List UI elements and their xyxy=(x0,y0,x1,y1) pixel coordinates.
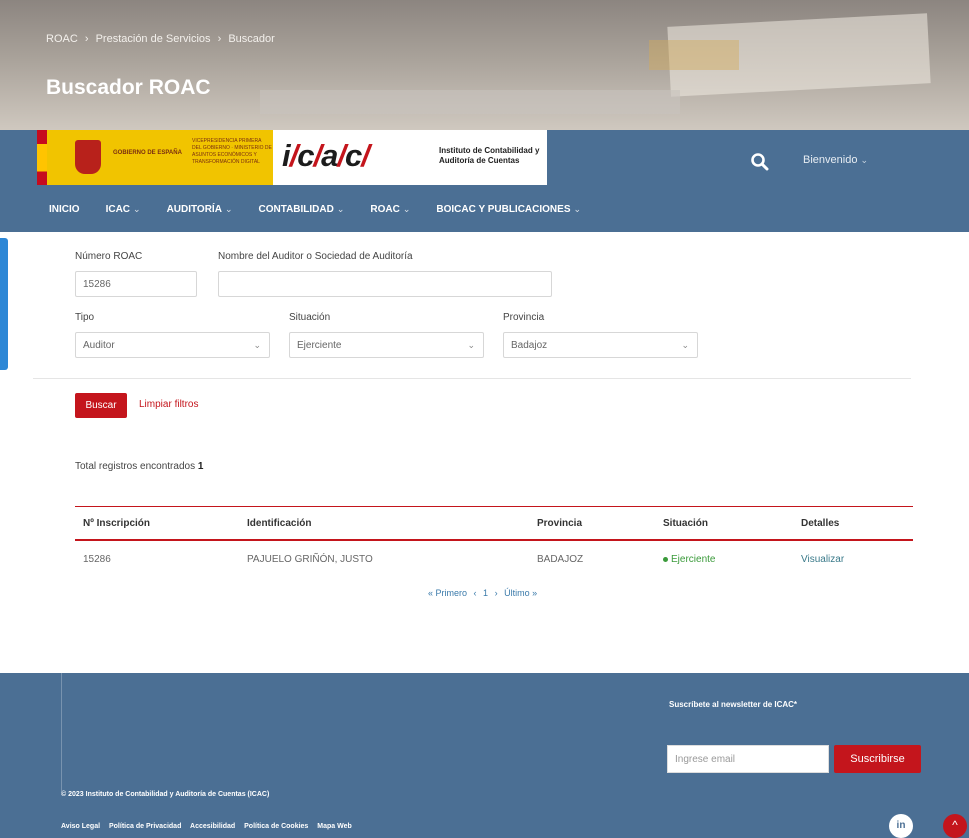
chevron-down-icon: ⌄ xyxy=(133,204,141,214)
government-logo: GOBIERNO DE ESPAÑA VICEPRESIDENCIA PRIME… xyxy=(47,130,273,185)
search-icon[interactable] xyxy=(750,152,770,172)
main-nav: INICIO ICAC ⌄ AUDITORÍA ⌄ CONTABILIDAD ⌄ RO… xyxy=(49,204,607,215)
chevron-down-icon: ⌄ xyxy=(253,340,261,350)
site-footer: Suscríbete al newsletter de ICAC* Ingres… xyxy=(0,673,969,838)
subscribe-button[interactable]: Suscribirse xyxy=(834,745,921,773)
pager-last[interactable]: Último » xyxy=(504,588,537,598)
welcome-menu[interactable]: Bienvenido ⌄ xyxy=(803,154,868,166)
chevron-down-icon: ⌄ xyxy=(336,204,345,214)
scroll-to-top-icon[interactable]: ^ xyxy=(943,814,967,838)
copyright-text: © 2023 Instituto de Contabilidad y Audit… xyxy=(61,791,270,798)
chevron-down-icon: ⌄ xyxy=(467,340,475,350)
nav-item-auditoria[interactable]: AUDITORÍA ⌄ xyxy=(167,204,233,215)
numero-roac-input[interactable]: 15286 xyxy=(75,271,197,297)
chevron-down-icon: ⌄ xyxy=(224,204,233,214)
numero-roac-label: Número ROAC xyxy=(75,251,143,262)
tipo-select[interactable]: Auditor ⌄ xyxy=(75,332,270,358)
chevron-down-icon: ⌄ xyxy=(681,340,689,350)
newsletter-label: Suscríbete al newsletter de ICAC* xyxy=(669,700,798,709)
tipo-label: Tipo xyxy=(75,312,95,323)
nav-item-icac[interactable]: ICAC ⌄ xyxy=(106,204,141,215)
breadcrumb-current: Buscador xyxy=(228,33,275,45)
table-cell-identificacion: PAJUELO GRIÑÓN, JUSTO xyxy=(247,554,373,565)
pager-page-1[interactable]: 1 xyxy=(483,588,488,598)
provincia-select[interactable]: Badajoz ⌄ xyxy=(503,332,698,358)
icac-logo-subtitle: Instituto de Contabilidad y Auditoría de… xyxy=(439,146,540,165)
linkedin-icon[interactable]: in xyxy=(889,814,913,838)
breadcrumb-separator: › xyxy=(84,33,89,45)
ministry-text: VICEPRESIDENCIA PRIMERA DEL GOBIERNO · M… xyxy=(192,138,272,165)
page-title: Buscador ROAC xyxy=(46,76,211,99)
spain-flag-icon xyxy=(37,130,47,185)
breadcrumb-link-servicios[interactable]: Prestación de Servicios xyxy=(96,33,211,45)
logo-block[interactable]: GOBIERNO DE ESPAÑA VICEPRESIDENCIA PRIME… xyxy=(37,130,547,185)
status-badge: Ejerciente xyxy=(663,554,715,565)
nav-item-boicac[interactable]: BOICAC Y PUBLICACIONES ⌄ xyxy=(436,204,581,215)
footer-links: Aviso Legal Política de Privacidad Acces… xyxy=(61,823,359,830)
footer-link-privacidad[interactable]: Política de Privacidad xyxy=(109,823,181,830)
coat-of-arms-icon xyxy=(75,140,101,174)
footer-link-mapa-web[interactable]: Mapa Web xyxy=(317,823,352,830)
buscar-button[interactable]: Buscar xyxy=(75,393,127,418)
breadcrumb-link-roac[interactable]: ROAC xyxy=(46,33,78,45)
side-feedback-tab[interactable] xyxy=(0,238,8,370)
total-records: Total registros encontrados 1 xyxy=(75,461,204,472)
form-divider xyxy=(33,378,911,379)
hero-decoration xyxy=(649,40,739,70)
nombre-label: Nombre del Auditor o Sociedad de Auditor… xyxy=(218,251,413,262)
icac-logo: i/c/a/c/ xyxy=(282,138,370,173)
nav-item-contabilidad[interactable]: CONTABILIDAD ⌄ xyxy=(258,204,344,215)
limpiar-filtros-link[interactable]: Limpiar filtros xyxy=(139,399,198,410)
hero-banner: ROAC › Prestación de Servicios › Buscado… xyxy=(0,0,969,130)
status-dot-icon xyxy=(663,556,668,562)
footer-link-cookies[interactable]: Política de Cookies xyxy=(244,823,308,830)
gov-text: GOBIERNO DE ESPAÑA xyxy=(113,150,182,156)
pager-first[interactable]: « Primero xyxy=(428,588,467,598)
nombre-input[interactable] xyxy=(218,271,552,297)
situacion-select[interactable]: Ejerciente ⌄ xyxy=(289,332,484,358)
column-header: Provincia xyxy=(537,518,583,529)
hero-decoration xyxy=(260,90,680,114)
table-cell-provincia: BADAJOZ xyxy=(537,554,584,565)
total-count: 1 xyxy=(197,461,204,472)
pager-prev[interactable]: ‹ xyxy=(474,588,477,598)
footer-link-accesibilidad[interactable]: Accesibilidad xyxy=(190,823,235,830)
pagination: « Primero ‹ 1 › Último » xyxy=(428,588,541,598)
chevron-down-icon: ⌄ xyxy=(402,204,411,214)
visualizar-link[interactable]: Visualizar xyxy=(801,554,844,565)
nav-item-inicio[interactable]: INICIO xyxy=(49,204,80,215)
site-header: GOBIERNO DE ESPAÑA VICEPRESIDENCIA PRIME… xyxy=(0,130,969,232)
column-header: Detalles xyxy=(801,518,840,529)
breadcrumb: ROAC › Prestación de Servicios › Buscado… xyxy=(46,33,279,45)
column-header: Nº Inscripción xyxy=(83,518,150,529)
newsletter-email-input[interactable]: Ingrese email xyxy=(667,745,829,773)
situacion-label: Situación xyxy=(289,312,331,323)
chevron-down-icon: ⌄ xyxy=(573,204,582,214)
provincia-label: Provincia xyxy=(503,312,545,323)
breadcrumb-separator: › xyxy=(217,33,222,45)
table-cell-inscripcion: 15286 xyxy=(83,554,111,565)
column-header: Situación xyxy=(663,518,709,529)
nav-item-roac[interactable]: ROAC ⌄ xyxy=(370,204,410,215)
pager-next[interactable]: › xyxy=(495,588,498,598)
footer-link-aviso-legal[interactable]: Aviso Legal xyxy=(61,823,100,830)
column-header: Identificación xyxy=(247,518,312,529)
